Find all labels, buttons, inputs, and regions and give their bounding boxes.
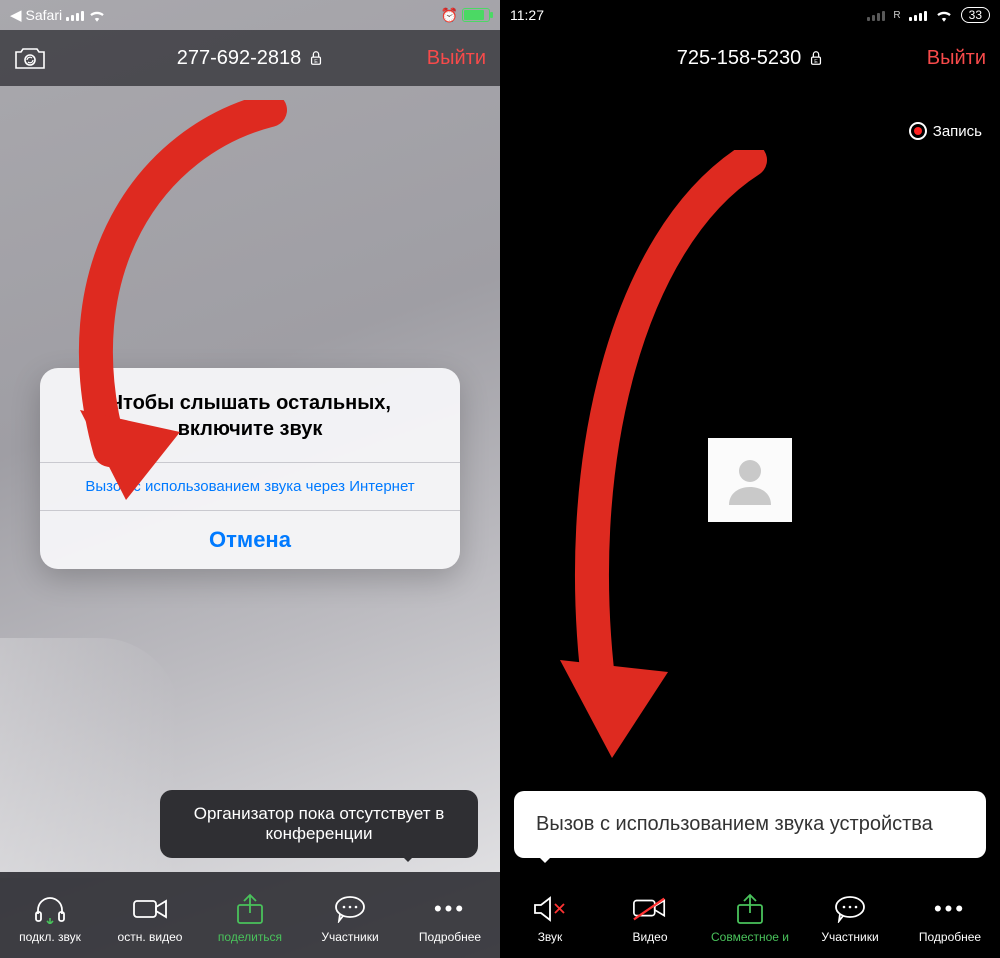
participant-avatar: [708, 438, 792, 522]
organizer-absent-text: Организатор пока отсутствует в конференц…: [194, 804, 445, 843]
device-audio-popup[interactable]: Вызов с использованием звука устройства: [514, 791, 986, 858]
phone-right: 11:27 R 33 725-158-5230 E Выйти Запись В…: [500, 0, 1000, 958]
svg-text:E: E: [815, 59, 819, 65]
signal-icon-2: [909, 9, 927, 21]
back-app-label: Safari: [26, 7, 63, 23]
meeting-id[interactable]: 725-158-5230 E: [677, 47, 824, 70]
meeting-top-bar: 277-692-2818 E Выйти: [0, 30, 500, 86]
device-audio-text: Вызов с использованием звука устройства: [536, 813, 933, 835]
chat-icon: [832, 893, 868, 925]
toolbar-participants-label: Участники: [321, 930, 378, 944]
toolbar-share-button[interactable]: поделиться: [200, 887, 300, 944]
toolbar-video-label: Видео: [632, 930, 667, 944]
alert-option-internet-audio[interactable]: Вызов с использованием звука через Интер…: [40, 462, 460, 510]
status-bar: 11:27 R 33: [500, 0, 1000, 30]
audio-alert-dialog: Чтобы слышать остальных, включите звук В…: [40, 368, 460, 569]
toolbar-audio-button[interactable]: подкл. звук: [0, 887, 100, 944]
bottom-toolbar: подкл. звук остн. видео поделиться Участ…: [0, 872, 500, 958]
more-icon: •••: [432, 893, 468, 925]
meeting-id[interactable]: 277-692-2818 E: [177, 47, 324, 70]
toolbar-audio-label: Звук: [538, 930, 563, 944]
svg-text:E: E: [315, 59, 319, 65]
leave-button[interactable]: Выйти: [427, 47, 486, 70]
wifi-icon: [88, 8, 106, 22]
toolbar-participants-button[interactable]: Участники: [800, 887, 900, 944]
status-bar: ◀ Safari ⏰: [0, 0, 500, 30]
back-to-app[interactable]: ◀ Safari: [10, 6, 106, 24]
toolbar-video-button[interactable]: остн. видео: [100, 887, 200, 944]
recording-label: Запись: [933, 123, 982, 140]
toolbar-more-label: Подробнее: [919, 930, 981, 944]
leave-button[interactable]: Выйти: [927, 47, 986, 70]
toolbar-share-label: Совместное и: [711, 930, 789, 944]
toolbar-more-label: Подробнее: [419, 930, 481, 944]
toolbar-share-label: поделиться: [218, 930, 282, 944]
toolbar-video-label: остн. видео: [118, 930, 183, 944]
more-icon: •••: [932, 893, 968, 925]
toolbar-participants-button[interactable]: Участники: [300, 887, 400, 944]
share-icon: [232, 893, 268, 925]
bottom-toolbar: Звук Видео Совместное и Участники ••: [500, 872, 1000, 958]
toolbar-participants-label: Участники: [821, 930, 878, 944]
status-time: 11:27: [510, 7, 544, 23]
alert-title: Чтобы слышать остальных, включите звук: [40, 368, 460, 462]
alert-cancel-button[interactable]: Отмена: [40, 510, 460, 569]
alarm-icon: ⏰: [441, 7, 458, 24]
chevron-left-icon: ◀: [10, 6, 22, 24]
person-icon: [721, 451, 779, 509]
battery-pill: 33: [961, 7, 990, 23]
meeting-id-text: 725-158-5230: [677, 47, 802, 70]
record-icon: [909, 122, 927, 140]
signal-icon: [66, 9, 84, 21]
recording-indicator: Запись: [909, 122, 982, 140]
share-icon: [732, 893, 768, 925]
switch-camera-button[interactable]: [10, 42, 50, 74]
phone-left: ◀ Safari ⏰ 277-692-2818 E Выйти Чтобы сл…: [0, 0, 500, 958]
lock-icon: E: [809, 50, 823, 66]
meeting-id-text: 277-692-2818: [177, 47, 302, 70]
toolbar-video-button[interactable]: Видео: [600, 887, 700, 944]
toolbar-share-button[interactable]: Совместное и: [700, 887, 800, 944]
toolbar-more-button[interactable]: ••• Подробнее: [400, 887, 500, 944]
wifi-icon: [935, 8, 953, 22]
toolbar-audio-button[interactable]: Звук: [500, 887, 600, 944]
headphones-icon: [32, 893, 68, 925]
battery-icon: [462, 8, 490, 22]
video-off-icon: [632, 893, 668, 925]
video-icon: [132, 893, 168, 925]
roaming-icon: R: [893, 10, 900, 21]
toolbar-more-button[interactable]: ••• Подробнее: [900, 887, 1000, 944]
lock-icon: E: [309, 50, 323, 66]
toolbar-audio-label: подкл. звук: [19, 930, 81, 944]
speaker-muted-icon: [532, 893, 568, 925]
organizer-absent-tooltip: Организатор пока отсутствует в конференц…: [160, 790, 478, 858]
chat-icon: [332, 893, 368, 925]
meeting-top-bar: 725-158-5230 E Выйти: [500, 30, 1000, 86]
signal-icon: [867, 9, 885, 21]
